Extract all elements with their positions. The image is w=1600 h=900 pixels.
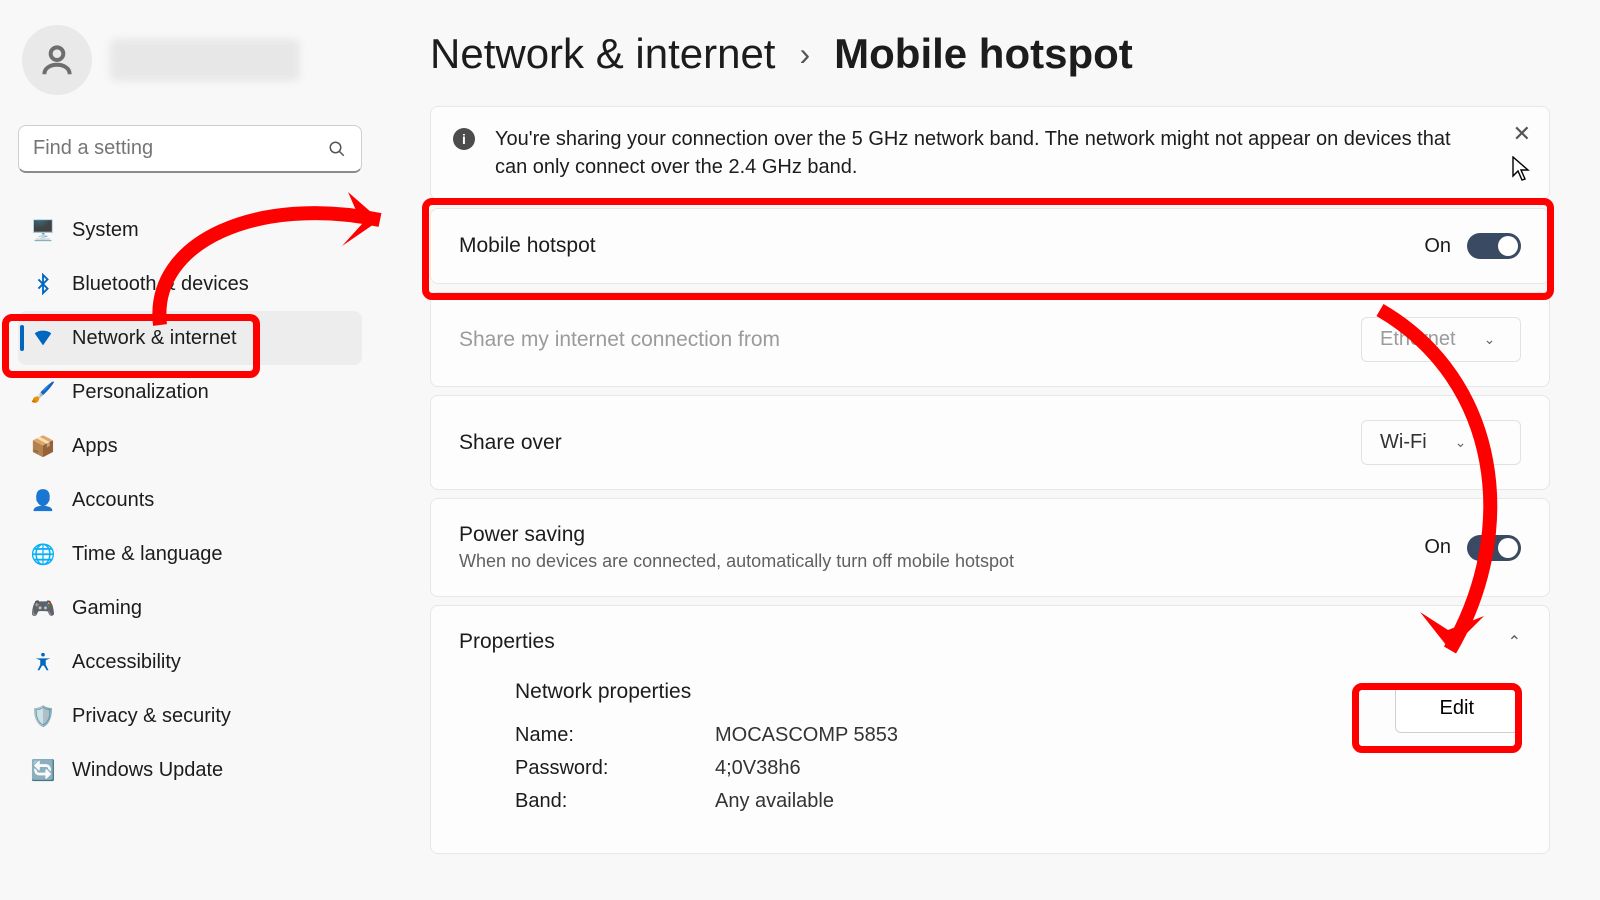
nav-bluetooth-label: Bluetooth & devices — [72, 273, 249, 296]
nav-personalization[interactable]: 🖌️ Personalization — [18, 365, 362, 419]
prop-name-key: Name: — [515, 724, 715, 747]
nav-network-icon — [32, 327, 54, 349]
hotspot-label: Mobile hotspot — [459, 234, 1424, 258]
info-text: You're sharing your connection over the … — [495, 125, 1475, 181]
hotspot-state: On — [1424, 235, 1451, 258]
nav-network[interactable]: Network & internet — [18, 311, 362, 365]
breadcrumb: Network & internet › Mobile hotspot — [430, 30, 1550, 78]
prop-pass-value: 4;0V38h6 — [715, 757, 801, 780]
nav-time-language-label: Time & language — [72, 543, 222, 566]
nav-update[interactable]: 🔄 Windows Update — [18, 743, 362, 797]
nav-apps-label: Apps — [72, 435, 118, 458]
power-saving-sub: When no devices are connected, automatic… — [459, 551, 1424, 572]
power-toggle[interactable] — [1467, 535, 1521, 561]
nav-accessibility[interactable]: Accessibility — [18, 635, 362, 689]
nav-gaming-icon: 🎮 — [32, 597, 54, 619]
person-icon — [38, 41, 76, 79]
share-over-label: Share over — [459, 431, 1361, 455]
properties-title: Properties — [459, 630, 555, 654]
chevron-right-icon: › — [799, 36, 810, 73]
prop-name-value: MOCASCOMP 5853 — [715, 724, 898, 747]
nav-list: 🖥️ System Bluetooth & devices Network & int… — [18, 203, 362, 797]
share-from-row: Share my internet connection from Ethern… — [430, 292, 1550, 387]
breadcrumb-leaf: Mobile hotspot — [834, 30, 1133, 78]
sidebar: 🖥️ System Bluetooth & devices Network & int… — [0, 0, 380, 900]
search-icon — [328, 140, 346, 158]
share-over-row: Share over Wi-Fi ⌄ — [430, 395, 1550, 490]
nav-personalization-label: Personalization — [72, 381, 209, 404]
cursor-icon — [1512, 156, 1530, 182]
nav-apps[interactable]: 📦 Apps — [18, 419, 362, 473]
share-over-value: Wi-Fi — [1380, 431, 1427, 454]
nav-network-label: Network & internet — [72, 327, 237, 350]
network-properties-title: Network properties — [515, 680, 1521, 704]
share-from-label: Share my internet connection from — [459, 328, 1361, 352]
nav-system-label: System — [72, 219, 139, 242]
nav-update-label: Windows Update — [72, 759, 223, 782]
properties-card: Properties ⌃ Edit Network properties Nam… — [430, 605, 1550, 854]
nav-personalization-icon: 🖌️ — [32, 381, 54, 403]
nav-system[interactable]: 🖥️ System — [18, 203, 362, 257]
nav-accessibility-label: Accessibility — [72, 651, 181, 674]
share-from-value: Ethernet — [1380, 328, 1456, 351]
info-icon: i — [453, 128, 475, 150]
prop-band-key: Band: — [515, 790, 715, 813]
share-over-dropdown[interactable]: Wi-Fi ⌄ — [1361, 420, 1521, 465]
search-input[interactable] — [18, 125, 362, 173]
power-saving-label: Power saving When no devices are connect… — [459, 523, 1424, 572]
nav-system-icon: 🖥️ — [32, 219, 54, 241]
prop-pass-key: Password: — [515, 757, 715, 780]
hotspot-toggle[interactable] — [1467, 233, 1521, 259]
nav-privacy[interactable]: 🛡️ Privacy & security — [18, 689, 362, 743]
main-content: Network & internet › Mobile hotspot i Yo… — [380, 0, 1600, 862]
nav-time-language[interactable]: 🌐 Time & language — [18, 527, 362, 581]
nav-accounts-icon: 👤 — [32, 489, 54, 511]
nav-accounts-label: Accounts — [72, 489, 154, 512]
share-from-dropdown[interactable]: Ethernet ⌄ — [1361, 317, 1521, 362]
info-banner: i You're sharing your connection over th… — [430, 106, 1550, 200]
nav-bluetooth[interactable]: Bluetooth & devices — [18, 257, 362, 311]
chevron-up-icon[interactable]: ⌃ — [1508, 632, 1521, 652]
prop-band-value: Any available — [715, 790, 834, 813]
nav-apps-icon: 📦 — [32, 435, 54, 457]
nav-time-language-icon: 🌐 — [32, 543, 54, 565]
nav-bluetooth-icon — [32, 273, 54, 295]
close-icon[interactable]: ✕ — [1513, 121, 1531, 147]
nav-update-icon: 🔄 — [32, 759, 54, 781]
svg-text:i: i — [462, 131, 466, 147]
nav-gaming-label: Gaming — [72, 597, 142, 620]
nav-privacy-label: Privacy & security — [72, 705, 231, 728]
nav-accounts[interactable]: 👤 Accounts — [18, 473, 362, 527]
user-name-redacted — [110, 39, 300, 81]
breadcrumb-parent[interactable]: Network & internet — [430, 30, 775, 78]
chevron-down-icon: ⌄ — [1484, 331, 1496, 348]
power-saving-row: Power saving When no devices are connect… — [430, 498, 1550, 597]
hotspot-row: Mobile hotspot On — [430, 208, 1550, 284]
user-row — [18, 25, 362, 95]
avatar[interactable] — [22, 25, 92, 95]
nav-gaming[interactable]: 🎮 Gaming — [18, 581, 362, 635]
search-box[interactable] — [18, 125, 362, 173]
nav-privacy-icon: 🛡️ — [32, 705, 54, 727]
chevron-down-icon: ⌄ — [1455, 434, 1467, 451]
edit-button[interactable]: Edit — [1395, 684, 1519, 733]
nav-accessibility-icon — [32, 651, 54, 673]
power-state: On — [1424, 536, 1451, 559]
